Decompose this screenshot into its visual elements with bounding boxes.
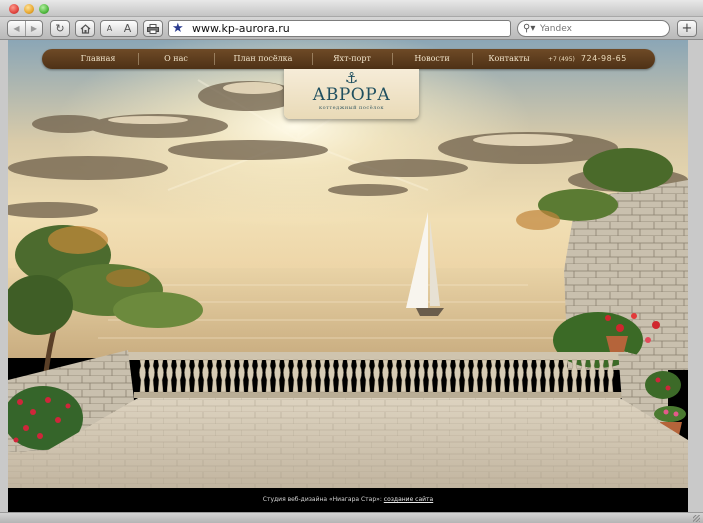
text-size-group: A A: [100, 20, 138, 37]
baluster: [427, 359, 434, 393]
nav-plan-link[interactable]: План посёлка: [218, 49, 308, 69]
nav-yacht-port-link[interactable]: Яхт-порт: [316, 49, 388, 69]
print-button[interactable]: [143, 20, 163, 37]
baluster: [238, 359, 245, 393]
baluster: [139, 359, 146, 393]
baluster: [274, 359, 281, 393]
baluster: [400, 359, 407, 393]
logo-subtitle: коттеджный посёлок: [319, 105, 384, 111]
home-button[interactable]: [75, 20, 95, 37]
nav-separator: [472, 53, 473, 65]
text-bigger-button[interactable]: A: [124, 22, 132, 35]
phone-digits: 724-98-65: [580, 54, 627, 63]
forward-button[interactable]: ▶: [25, 21, 42, 36]
baluster: [535, 359, 542, 393]
search-field[interactable]: ⚲▾: [517, 20, 670, 37]
baluster: [436, 359, 443, 393]
baluster: [337, 359, 344, 393]
baluster: [481, 359, 488, 393]
add-bookmark-button[interactable]: +: [677, 20, 697, 37]
window-titlebar: [0, 0, 703, 17]
baluster: [202, 359, 209, 393]
baluster: [157, 359, 164, 393]
search-input[interactable]: [540, 22, 660, 36]
baluster: [463, 359, 470, 393]
zoom-window-button[interactable]: [39, 4, 49, 14]
logo-title: АВРОРА: [312, 85, 391, 105]
left-arrow-icon: ◀: [13, 24, 20, 33]
footer-credit: Студия веб-дизайна «Ниагара Стар»:: [262, 496, 382, 503]
baluster: [562, 359, 569, 393]
back-forward-group: ◀ ▶: [7, 20, 43, 37]
address-bar[interactable]: ★ www.kp-aurora.ru: [168, 20, 511, 37]
baluster: [301, 359, 308, 393]
baluster: [211, 359, 218, 393]
reload-icon: ↻: [55, 22, 65, 35]
baluster: [454, 359, 461, 393]
baluster: [175, 359, 182, 393]
nav-separator: [214, 53, 215, 65]
magnifier-icon[interactable]: ⚲▾: [523, 21, 535, 37]
url-text[interactable]: www.kp-aurora.ru: [192, 21, 290, 37]
baluster: [193, 359, 200, 393]
baluster: [526, 359, 533, 393]
back-button[interactable]: ◀: [8, 21, 25, 36]
page-viewport: Главная О нас План посёлка Яхт-порт Ново…: [8, 40, 688, 512]
baluster: [391, 359, 398, 393]
nav-separator: [138, 53, 139, 65]
site-logo[interactable]: ⚓ АВРОРА коттеджный посёлок: [284, 69, 419, 119]
page-footer: Студия веб-дизайна «Ниагара Стар»: созда…: [8, 488, 688, 512]
baluster: [382, 359, 389, 393]
baluster: [418, 359, 425, 393]
baluster: [553, 359, 560, 393]
resize-grip-icon[interactable]: [693, 515, 700, 522]
baluster: [265, 359, 272, 393]
baluster: [247, 359, 254, 393]
baluster: [409, 359, 416, 393]
balustrade-illustration: [128, 352, 628, 398]
baluster: [508, 359, 515, 393]
baluster: [346, 359, 353, 393]
baluster: [220, 359, 227, 393]
phone-number: +7 (495) 724-98-65: [548, 49, 627, 69]
right-arrow-icon: ▶: [30, 24, 38, 33]
baluster: [292, 359, 299, 393]
baluster: [166, 359, 173, 393]
window-bottom-bar: [0, 512, 703, 523]
nav-separator: [392, 53, 393, 65]
phone-code: +7 (495): [548, 56, 575, 63]
nav-separator: [312, 53, 313, 65]
baluster: [319, 359, 326, 393]
nav-about-link[interactable]: О нас: [142, 49, 210, 69]
close-window-button[interactable]: [9, 4, 19, 14]
baluster: [490, 359, 497, 393]
baluster: [544, 359, 551, 393]
baluster: [310, 359, 317, 393]
site-nav: Главная О нас План посёлка Яхт-порт Ново…: [42, 49, 655, 69]
baluster: [229, 359, 236, 393]
minimize-window-button[interactable]: [24, 4, 34, 14]
star-icon[interactable]: ★: [172, 21, 184, 37]
baluster: [355, 359, 362, 393]
footer-link[interactable]: создание сайта: [384, 496, 433, 503]
nav-contacts-link[interactable]: Контакты: [476, 49, 542, 69]
baluster: [283, 359, 290, 393]
baluster: [364, 359, 371, 393]
baluster: [517, 359, 524, 393]
baluster: [499, 359, 506, 393]
reload-button[interactable]: ↻: [50, 20, 70, 37]
home-icon: [80, 23, 90, 34]
baluster: [256, 359, 263, 393]
baluster: [472, 359, 479, 393]
nav-home-link[interactable]: Главная: [62, 49, 134, 69]
baluster: [373, 359, 380, 393]
nav-news-link[interactable]: Новости: [396, 49, 468, 69]
baluster: [445, 359, 452, 393]
baluster: [184, 359, 191, 393]
baluster: [148, 359, 155, 393]
baluster: [328, 359, 335, 393]
text-smaller-button[interactable]: A: [107, 24, 112, 33]
browser-toolbar: ◀ ▶ ↻ A A ★ www.kp-aurora.ru ⚲▾ +: [0, 17, 703, 40]
printer-icon: [147, 23, 159, 34]
